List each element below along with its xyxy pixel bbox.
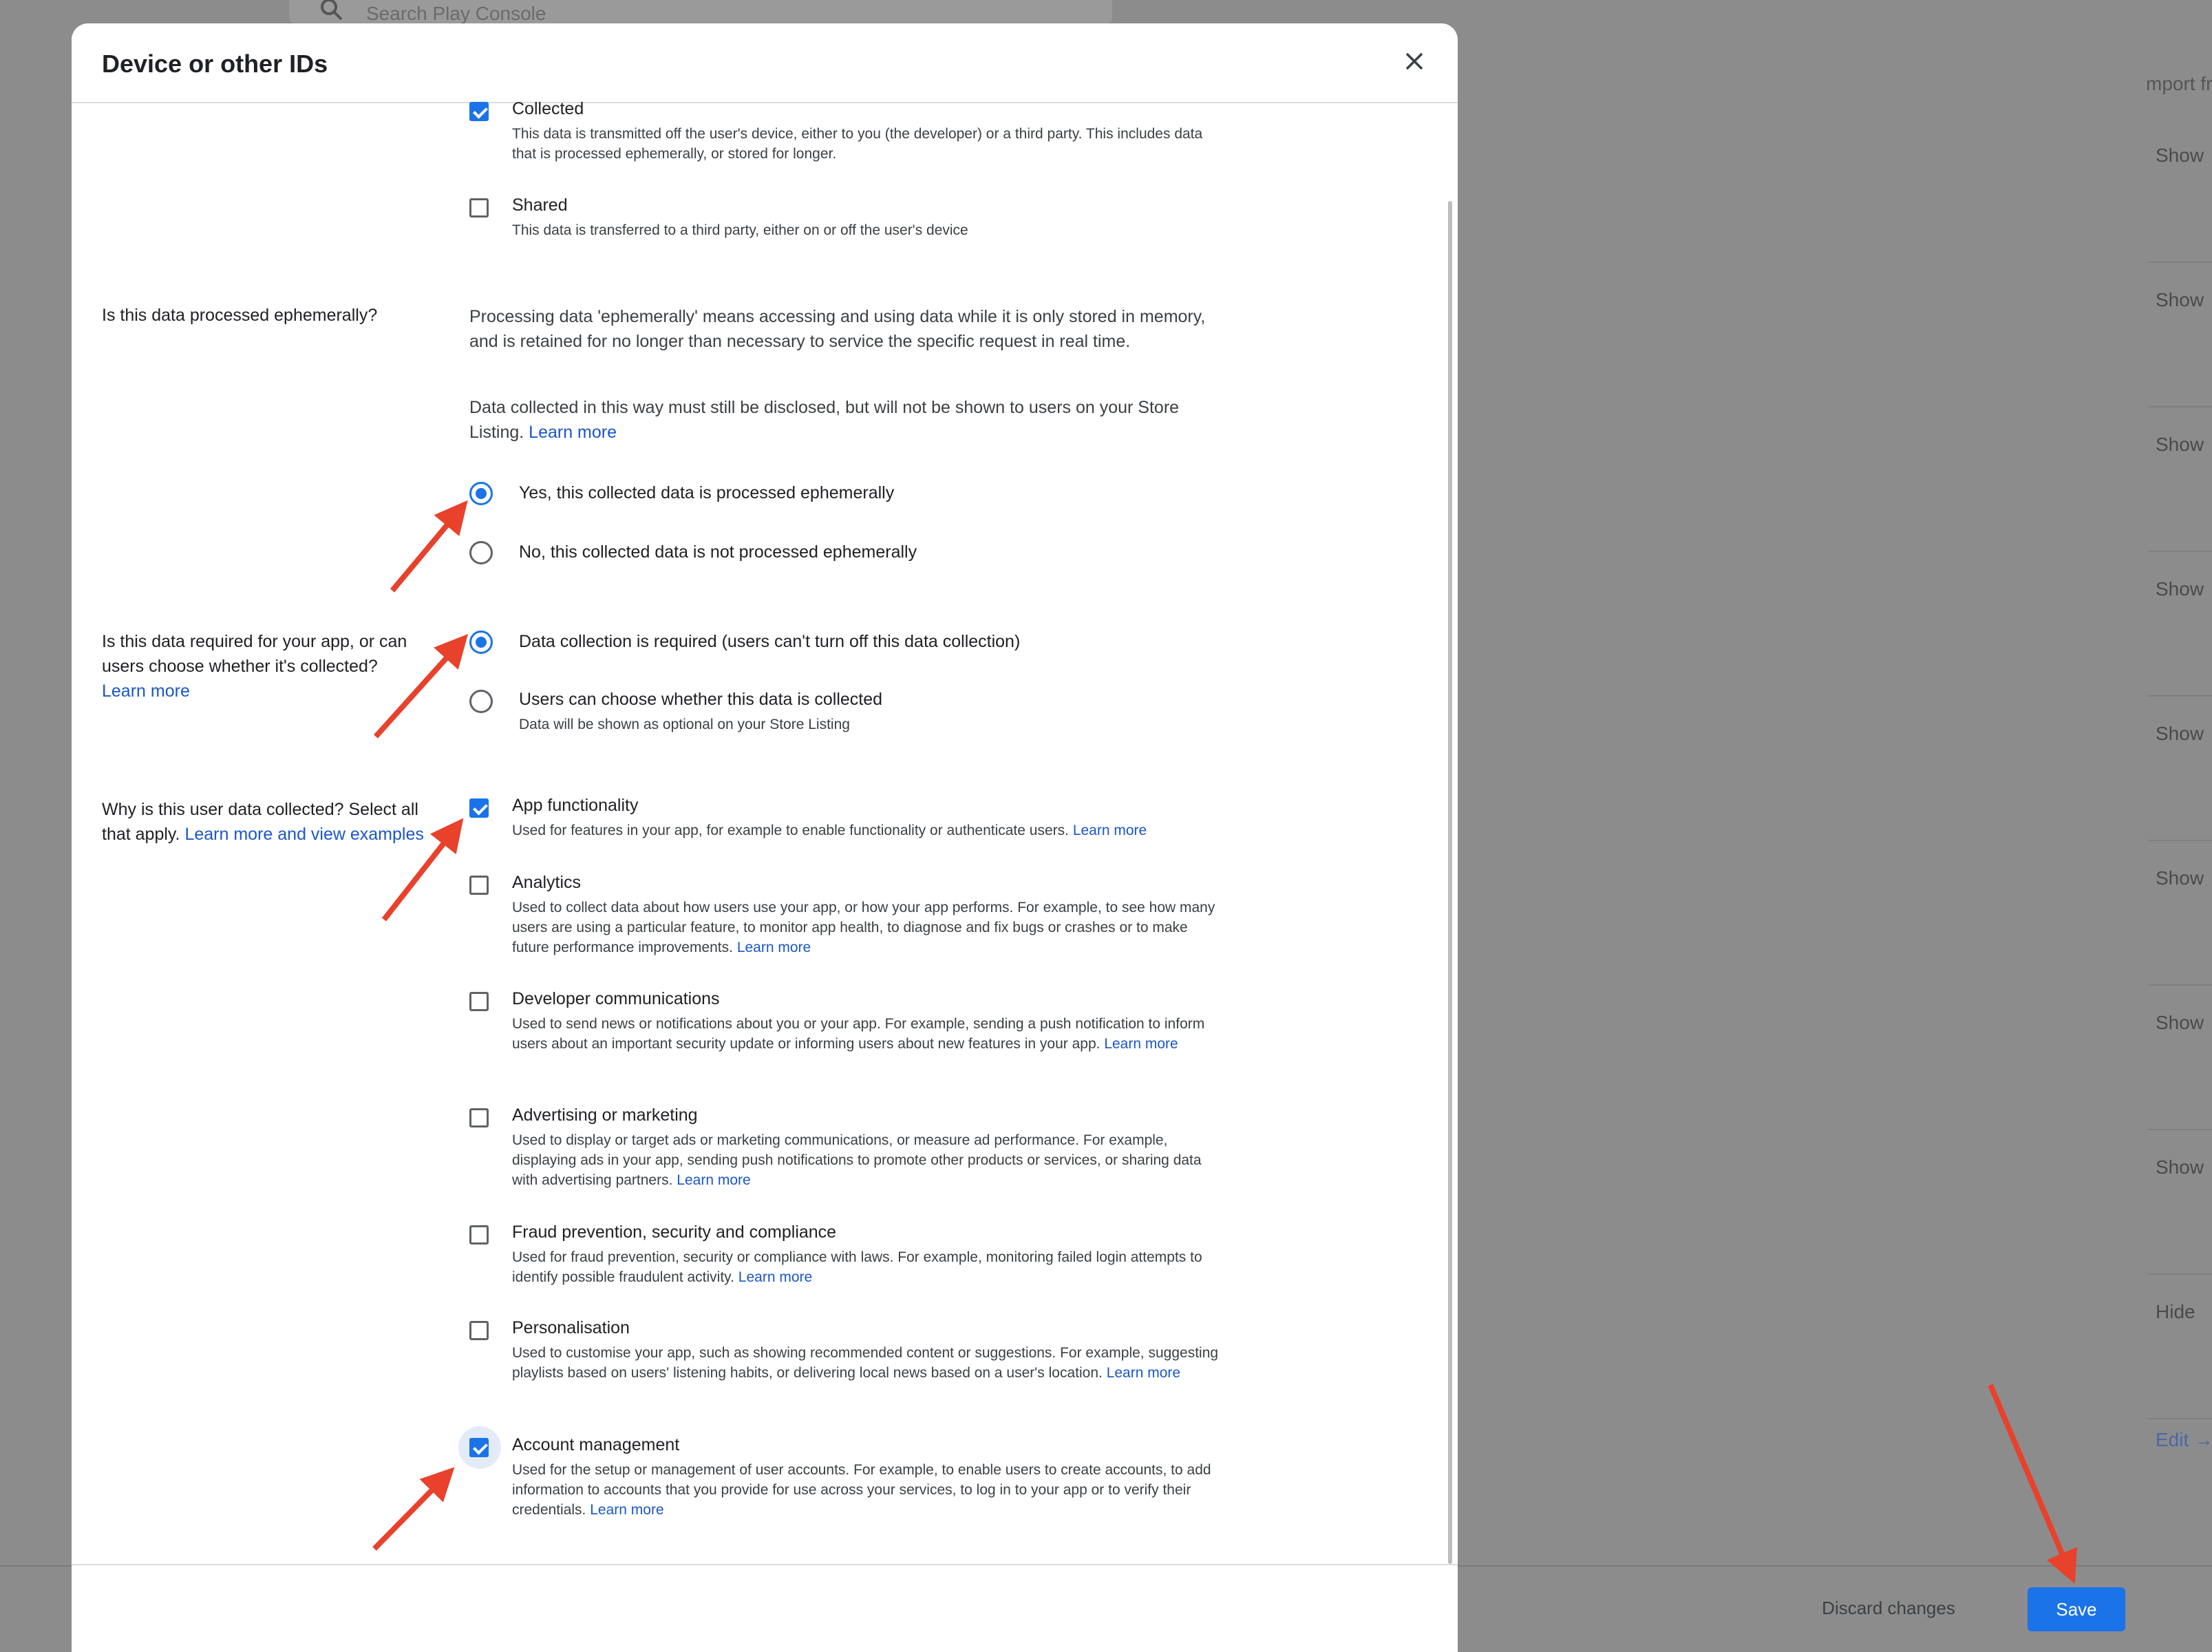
background-row: Show (2147, 117, 2212, 263)
purpose-checkbox[interactable] (469, 1321, 489, 1340)
purpose-learn-more-link[interactable]: Learn more (738, 1269, 812, 1285)
purpose-learn-more-link[interactable]: Learn more (590, 1502, 663, 1518)
purpose-label: Analytics (512, 873, 582, 892)
purpose-description: Used to customise your app, such as show… (512, 1343, 1221, 1383)
background-search-placeholder: Search Play Console (366, 3, 546, 24)
close-icon (1405, 52, 1423, 70)
collected-description: This data is transmitted off the user's … (512, 126, 1203, 162)
background-search-bar: Search Play Console (289, 0, 1112, 24)
purpose-description-text: Used to collect data about how users use… (512, 900, 1215, 955)
background-row-action: Show (2156, 1156, 2204, 1178)
purpose-label: Fraud prevention, security and complianc… (512, 1222, 837, 1242)
ephemeral-disclosure-note: Data collected in this way must still be… (469, 395, 1220, 445)
dialog-title: Device or other IDs (102, 50, 328, 78)
background-row: Show (2147, 840, 2212, 986)
ephemeral-explanation: Processing data 'ephemerally' means acce… (469, 307, 1206, 351)
optional-description: Data will be shown as optional on your S… (519, 717, 850, 732)
purpose-label: Developer communications (512, 989, 720, 1008)
optional-label: Users can choose whether this data is co… (519, 690, 883, 709)
purpose-checkbox[interactable] (469, 992, 489, 1011)
background-row: Hide (2147, 1273, 2212, 1419)
purpose-description: Used for the setup or management of user… (512, 1460, 1221, 1520)
background-row-action: Show (2156, 1012, 2204, 1033)
purpose-learn-more-link[interactable]: Learn more (1073, 823, 1147, 838)
ephemeral-learn-more-link[interactable]: Learn more (529, 423, 617, 442)
background-row-action: Show (2156, 289, 2204, 310)
background-row-action: Show (2156, 867, 2204, 889)
purpose-learn-more-link[interactable]: Learn more (737, 940, 811, 955)
purpose-label: Advertising or marketing (512, 1105, 698, 1125)
shared-description: This data is transferred to a third part… (512, 222, 968, 238)
optional-radio[interactable] (469, 690, 493, 713)
annotation-arrow (1988, 1384, 2078, 1585)
background-row: Show (2147, 1129, 2212, 1275)
purpose-label: Personalisation (512, 1318, 630, 1337)
purpose-checkbox[interactable] (469, 1108, 489, 1127)
background-row: Show (2147, 984, 2212, 1130)
background-row: Show (2147, 695, 2212, 841)
shared-label: Shared (512, 195, 568, 215)
background-row-list: Show Show Show Show Show Show Show Show … (2147, 117, 2212, 1480)
required-question-text: Is this data required for your app, or c… (102, 632, 407, 676)
ephemeral-no-radio[interactable] (469, 541, 493, 564)
background-row-action: Show (2156, 434, 2204, 455)
background-row: Show (2147, 406, 2212, 552)
purpose-description-text: Used for features in your app, for examp… (512, 823, 1069, 838)
discard-changes-button[interactable]: Discard changes (1791, 1590, 1986, 1626)
purpose-description-text: Used for fraud prevention, security or c… (512, 1249, 1202, 1285)
purpose-description: Used for fraud prevention, security or c… (512, 1247, 1221, 1287)
required-radio[interactable] (469, 631, 493, 654)
ephemeral-yes-label: Yes, this collected data is processed ep… (519, 483, 895, 502)
purpose-checkbox[interactable] (469, 1438, 489, 1457)
background-row-action: Hide (2156, 1301, 2195, 1322)
purpose-description: Used for features in your app, for examp… (512, 820, 1221, 840)
purpose-description: Used to display or target ads or marketi… (512, 1130, 1221, 1190)
save-button[interactable]: Save (2028, 1587, 2125, 1631)
purpose-learn-more-link[interactable]: Learn more (677, 1172, 750, 1188)
background-edit-link: Edit → (2156, 1429, 2212, 1450)
required-question: Is this data required for your app, or c… (102, 629, 439, 703)
purpose-description-text: Used to send news or notifications about… (512, 1016, 1205, 1052)
ephemeral-yes-radio[interactable] (469, 482, 493, 505)
purpose-checkbox[interactable] (469, 798, 489, 818)
background-row: Show (2147, 262, 2212, 407)
purpose-learn-more-link[interactable]: Learn more (1107, 1365, 1180, 1381)
purpose-description: Used to send news or notifications about… (512, 1014, 1221, 1054)
background-row: Show (2147, 551, 2212, 697)
purpose-label: App functionality (512, 796, 639, 815)
close-button[interactable] (1394, 41, 1434, 81)
purpose-learn-more-link[interactable]: Learn more (1104, 1036, 1178, 1052)
background-row-action: Show (2156, 145, 2204, 166)
required-learn-more-link[interactable]: Learn more (102, 681, 190, 701)
purpose-question: Why is this user data collected? Select … (102, 797, 446, 847)
required-label: Data collection is required (users can't… (519, 632, 1021, 651)
background-row-action: Show (2156, 578, 2204, 600)
collected-label: Collected (512, 99, 584, 118)
purpose-checkbox[interactable] (469, 876, 489, 895)
background-import-text: mport fr (2146, 73, 2212, 94)
shared-checkbox[interactable] (469, 198, 489, 218)
collected-checkbox[interactable] (469, 102, 489, 121)
ephemeral-question: Is this data processed ephemerally? (102, 306, 378, 325)
purpose-description: Used to collect data about how users use… (512, 898, 1221, 957)
purpose-label: Account management (512, 1435, 680, 1454)
dialog-footer (72, 1564, 1458, 1652)
purpose-learn-more-link[interactable]: Learn more and view examples (184, 825, 423, 844)
ephemeral-no-label: No, this collected data is not processed… (519, 542, 917, 562)
purpose-description-text: Used to display or target ads or marketi… (512, 1132, 1202, 1188)
dialog-header: Device or other IDs (72, 23, 1458, 103)
dialog-scrollbar[interactable] (1448, 201, 1452, 1564)
background-row-action: Show (2156, 723, 2204, 744)
purpose-checkbox[interactable] (469, 1225, 489, 1245)
